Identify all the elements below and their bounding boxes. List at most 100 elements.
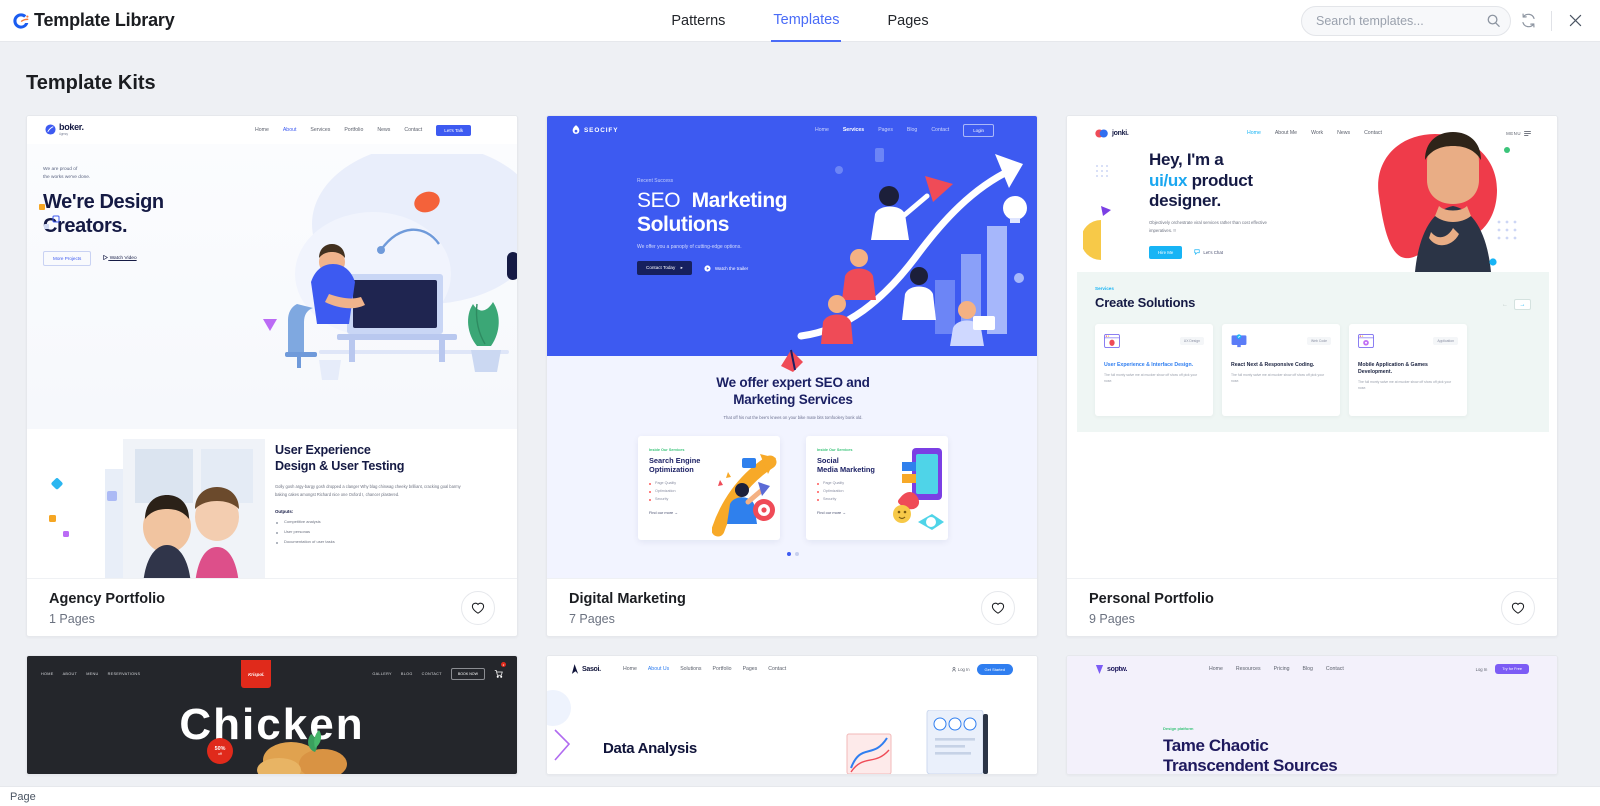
gutenberg-g-icon — [10, 10, 32, 32]
template-preview-jonki[interactable]: jonki. Home About Me Work News Contact M… — [1067, 116, 1557, 578]
browser-bug-icon — [1104, 334, 1120, 348]
preview-headline-rest: product — [1187, 170, 1253, 190]
arrow-left-icon: ← — [1502, 301, 1508, 308]
mini-site-boker: boker. Agency Home About Services Portfo… — [27, 116, 517, 578]
card-title: Digital Marketing — [569, 590, 686, 607]
preview-service-more-link: Find our more → — [817, 509, 847, 515]
preview-section: Services Create Solutions ← → UX Design … — [1077, 272, 1549, 432]
mini-site-sasoi: Sasoi. Home About Us Solutions Portfolio… — [547, 656, 1037, 774]
preview-nav-link: ABOUT — [62, 672, 78, 676]
preview-video-link-text: Watch Video — [109, 256, 137, 262]
page-title: Template Kits — [26, 72, 156, 94]
preview-logo-sub: Agency — [59, 132, 68, 137]
template-card-digital-marketing[interactable]: SEOCIFY Home Services Pages Blog Contact… — [546, 115, 1038, 637]
heart-outline-icon — [991, 602, 1005, 614]
preview-nav-link: Home — [1209, 666, 1223, 672]
preview-nav: boker. Agency Home About Services Portfo… — [27, 116, 517, 144]
preview-primary-button: More Projects — [43, 250, 92, 266]
preview-section: User Experience Design & User Testing Go… — [27, 429, 517, 578]
preview-service-bullet: Page Quality — [649, 481, 714, 485]
card-title: Agency Portfolio — [49, 590, 166, 607]
preview-section-title-line: We offer expert SEO and — [716, 375, 870, 390]
preview-nav: soptw. Home Resources Pricing Blog Conta… — [1067, 656, 1557, 682]
preview-nav: HOME ABOUT MENU RESERVATIONS Krispol. GA… — [27, 656, 517, 688]
preview-nav-link: Solutions — [680, 666, 702, 672]
close-x-icon[interactable] — [1558, 4, 1592, 38]
preview-nav-link: RESERVATIONS — [107, 672, 141, 676]
search-icon[interactable] — [1486, 13, 1501, 28]
login-link: Log In — [952, 667, 970, 672]
search-box — [1301, 5, 1511, 36]
preview-headline-highlight: ui/ux — [1149, 170, 1188, 190]
preview-list-item: User personas — [275, 529, 505, 534]
preview-list-item: Documentation of user tasks — [275, 539, 505, 544]
template-card-agency-portfolio[interactable]: boker. Agency Home About Services Portfo… — [26, 115, 518, 637]
template-card-personal-portfolio[interactable]: jonki. Home About Me Work News Contact M… — [1066, 115, 1558, 637]
header-actions — [1240, 4, 1600, 38]
preview-nav-link: MENU — [86, 672, 99, 676]
preview-hero: jonki. Home About Me Work News Contact M… — [1077, 120, 1549, 272]
tab-patterns[interactable]: Patterns — [669, 0, 727, 42]
app-header: Template Library Patterns Templates Page… — [0, 0, 1600, 42]
template-preview-sasoi[interactable]: Sasoi. Home About Us Solutions Portfolio… — [547, 656, 1037, 774]
heart-outline-icon — [1511, 602, 1525, 614]
mini-site-soptw: soptw. Home Resources Pricing Blog Conta… — [1067, 656, 1557, 774]
login-link-text: Log In — [957, 666, 970, 672]
favorite-button[interactable] — [461, 590, 495, 625]
preview-nav-link: Contact — [768, 666, 787, 672]
preview-eyebrow: We are proud of the works we've done. — [43, 166, 164, 181]
preview-nav: Sasoi. Home About Us Solutions Portfolio… — [547, 656, 1037, 682]
preview-primary-button-text: Contact Today — [646, 265, 676, 271]
preview-logo: Sasoi. — [571, 664, 623, 674]
tab-pages[interactable]: Pages — [885, 0, 930, 42]
refresh-sync-icon[interactable] — [1511, 4, 1545, 38]
preview-nav-link: CONTACT — [421, 672, 442, 676]
template-card-sasoi[interactable]: Sasoi. Home About Us Solutions Portfolio… — [546, 655, 1038, 775]
preview-service-bullet: Optimization — [817, 489, 882, 493]
preview-nav-links: Home About Services Portfolio News Conta… — [255, 127, 422, 133]
preview-service-card: Inside Our Services Social Media Marketi… — [806, 435, 948, 540]
preview-nav-link: Work — [1311, 130, 1324, 136]
template-preview-agency[interactable]: boker. Agency Home About Services Portfo… — [27, 116, 517, 578]
template-card-restaurant[interactable]: HOME ABOUT MENU RESERVATIONS Krispol. GA… — [26, 655, 518, 775]
brand: Template Library — [0, 10, 360, 32]
tab-templates[interactable]: Templates — [771, 0, 842, 42]
preview-logo: soptw. — [1095, 664, 1169, 675]
template-preview-seocify[interactable]: SEOCIFY Home Services Pages Blog Contact… — [547, 116, 1037, 578]
preview-eyebrow-line: We are proud of — [43, 167, 78, 172]
preview-nav-link: Home — [623, 666, 637, 672]
preview-carousel-dots — [547, 551, 1037, 556]
preview-primary-button: Hire Me — [1149, 245, 1183, 259]
preview-nav-link: Home — [255, 127, 269, 133]
favorite-button[interactable] — [981, 590, 1015, 625]
template-card-soptw[interactable]: soptw. Home Resources Pricing Blog Conta… — [1066, 655, 1558, 775]
search-input[interactable] — [1301, 5, 1511, 36]
card-page-count: 1 Pages — [49, 612, 95, 626]
status-label: Page — [10, 790, 36, 803]
preview-section-title-line: Design & User Testing — [275, 458, 405, 473]
preview-service-tag: Web Code — [1307, 337, 1331, 345]
preview-nav-link: Blog — [1302, 666, 1313, 672]
template-preview-restaurant[interactable]: HOME ABOUT MENU RESERVATIONS Krispol. GA… — [27, 656, 517, 774]
preview-service-bullet: Security — [649, 497, 714, 501]
preview-service-title-line: Media Marketing — [817, 465, 875, 475]
status-bar: Page — [0, 786, 1600, 806]
preview-logo-text: soptw. — [1107, 665, 1128, 673]
preview-nav-link: Portfolio — [712, 666, 732, 672]
template-preview-soptw[interactable]: soptw. Home Resources Pricing Blog Conta… — [1067, 656, 1557, 774]
preview-service-eyebrow: Inside Our Services — [649, 447, 685, 452]
preview-headline: Data Analysis — [603, 740, 697, 757]
monitor-check-icon — [1231, 334, 1247, 348]
card-footer: Agency Portfolio 1 Pages — [27, 578, 517, 636]
discount-badge: 50% off — [207, 738, 233, 764]
preview-service-tag: UX Design — [1179, 337, 1204, 345]
preview-headline-line: Hey, I'm a — [1149, 150, 1224, 169]
preview-cta-button: Let's Talk — [436, 124, 472, 136]
favorite-button[interactable] — [1501, 590, 1535, 625]
preview-nav-link: Portfolio — [344, 127, 364, 133]
preview-service-text: The full monty salve me at mucker show o… — [1231, 373, 1325, 383]
card-meta: Personal Portfolio 9 Pages — [1089, 589, 1214, 626]
preview-paragraph: Objectively orchestrate viral services r… — [1149, 220, 1267, 233]
preview-services-title: Create Solutions — [1095, 295, 1196, 310]
preview-cta-button: BOOK NOW — [450, 668, 485, 680]
